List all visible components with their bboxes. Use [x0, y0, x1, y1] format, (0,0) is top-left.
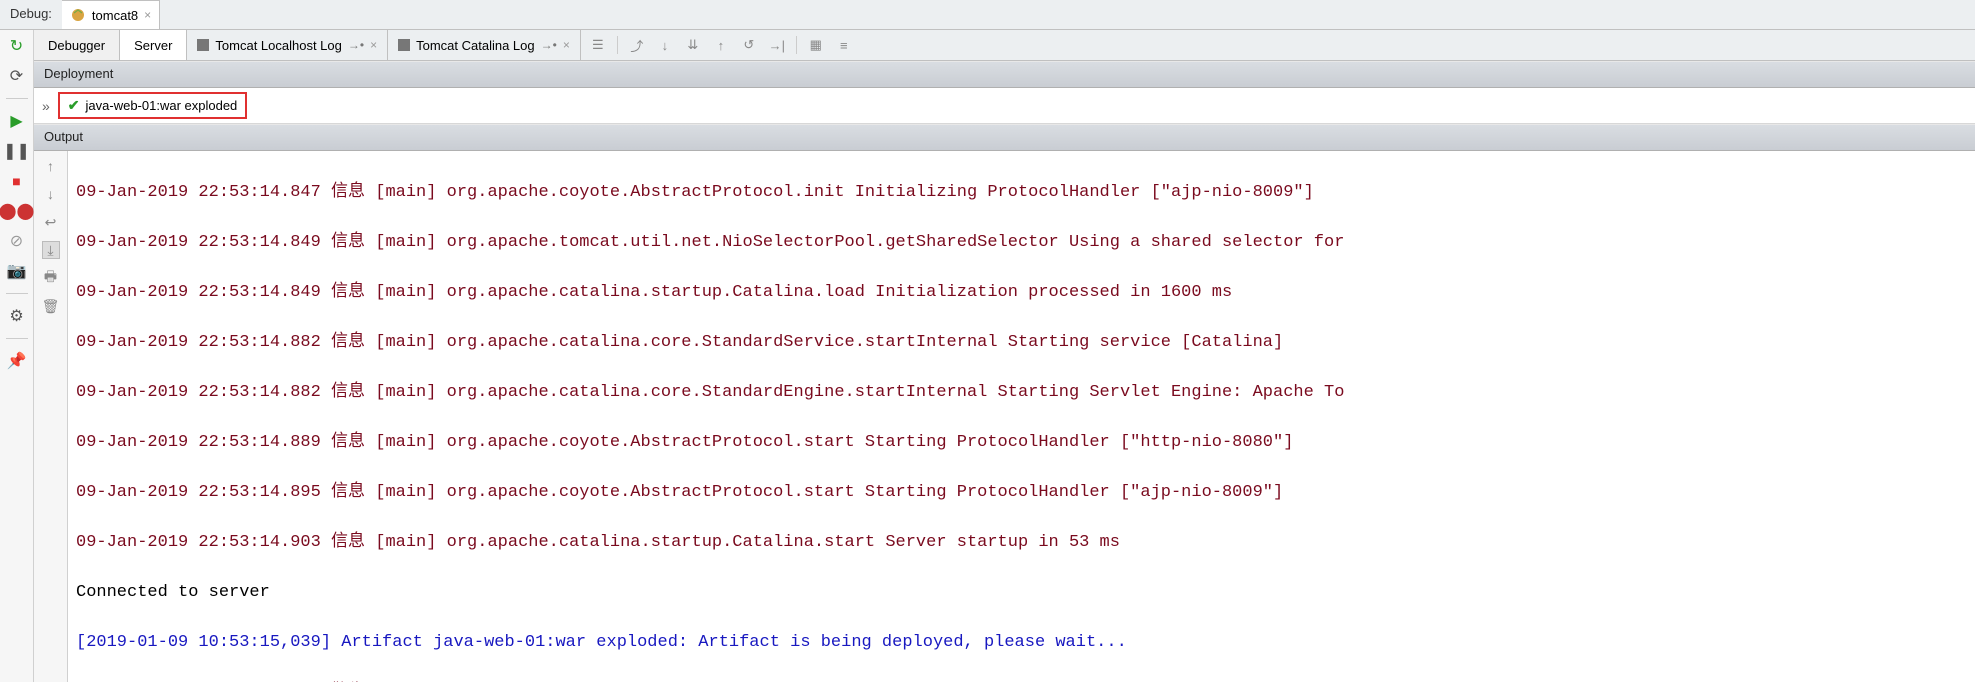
- pin-icon[interactable]: 📌: [7, 351, 27, 371]
- tab-tomcat8-label: tomcat8: [92, 8, 138, 23]
- log-line: 09-Jan-2019 22:53:14.847 信息 [main] org.a…: [76, 180, 1967, 205]
- output-toolbar: ↑ ↓ ↩ ⤓ 🖶 🗑: [34, 151, 68, 682]
- log-icon: [398, 39, 410, 51]
- step-into-icon[interactable]: ↓: [656, 36, 674, 54]
- tomcat-icon: [70, 7, 86, 23]
- mute-breakpoints-icon[interactable]: ⊘: [7, 231, 27, 251]
- debug-label: Debug:: [0, 0, 62, 29]
- close-icon[interactable]: ×: [563, 38, 570, 52]
- log-line: 09-Jan-2019 22:53:14.903 信息 [main] org.a…: [76, 530, 1967, 555]
- rerun-icon[interactable]: ↻: [7, 36, 27, 56]
- run-to-cursor-icon[interactable]: →|: [768, 36, 786, 54]
- trace-icon[interactable]: ≡: [835, 36, 853, 54]
- soft-wrap-icon[interactable]: ↩: [42, 213, 60, 231]
- log-line: 09-Jan-2019 22:53:14.849 信息 [main] org.a…: [76, 280, 1967, 305]
- tab-localhost-log[interactable]: Tomcat Localhost Log →• ×: [187, 30, 388, 60]
- pin-arrow-icon: →•: [348, 38, 364, 52]
- log-line: Connected to server: [76, 580, 1967, 605]
- left-toolbar: ↻ ⟳ ▶ ❚❚ ■ ⬤⬤ ⊘ 📷 ⚙ 📌: [0, 30, 34, 682]
- close-icon[interactable]: ×: [370, 38, 377, 52]
- tab-server[interactable]: Server: [120, 30, 187, 60]
- step-over-icon[interactable]: ⤴: [628, 36, 646, 54]
- log-line: 09-Jan-2019 22:53:14.849 信息 [main] org.a…: [76, 230, 1967, 255]
- log-line: 09-Jan-2019 22:53:14.882 信息 [main] org.a…: [76, 330, 1967, 355]
- log-icon: [197, 39, 209, 51]
- tab-catalina-log[interactable]: Tomcat Catalina Log →• ×: [388, 30, 581, 60]
- log-line: 09-Jan-2019 22:53:14.895 信息 [main] org.a…: [76, 480, 1967, 505]
- output-header: Output: [34, 124, 1975, 151]
- console-output[interactable]: 09-Jan-2019 22:53:14.847 信息 [main] org.a…: [68, 151, 1975, 682]
- drop-frame-icon[interactable]: ↺: [740, 36, 758, 54]
- deployment-artifact[interactable]: ✔ java-web-01:war exploded: [58, 92, 248, 119]
- deployment-row: » ✔ java-web-01:war exploded: [34, 88, 1975, 124]
- view-breakpoints-icon[interactable]: ⬤⬤: [7, 201, 27, 221]
- scroll-end-icon[interactable]: ⤓: [42, 241, 60, 259]
- layout-icon[interactable]: ☰: [589, 36, 607, 54]
- sub-toolbar: ☰ ⤴ ↓ ⇊ ↑ ↺ →| ▦ ≡: [581, 30, 861, 60]
- log-line: 09-Jan-2019 22:53:14.889 信息 [main] org.a…: [76, 430, 1967, 455]
- camera-icon[interactable]: 📷: [7, 261, 27, 281]
- success-check-icon: ✔: [68, 97, 80, 114]
- artifact-label: java-web-01:war exploded: [86, 98, 238, 113]
- tab-tomcat8[interactable]: tomcat8 ×: [62, 0, 160, 29]
- evaluate-icon[interactable]: ▦: [807, 36, 825, 54]
- force-step-into-icon[interactable]: ⇊: [684, 36, 702, 54]
- clear-icon[interactable]: 🗑: [42, 297, 60, 315]
- down-icon[interactable]: ↓: [42, 185, 60, 203]
- breadcrumb-icon[interactable]: »: [42, 98, 50, 114]
- settings-icon[interactable]: ⚙: [7, 306, 27, 326]
- log-line: [2019-01-09 10:53:15,039] Artifact java-…: [76, 630, 1967, 655]
- deployment-header: Deployment: [34, 61, 1975, 88]
- up-icon[interactable]: ↑: [42, 157, 60, 175]
- tab-debugger[interactable]: Debugger: [34, 30, 120, 60]
- step-out-icon[interactable]: ↑: [712, 36, 730, 54]
- sub-tab-bar: Debugger Server Tomcat Localhost Log →• …: [34, 30, 1975, 61]
- log-line: 09-Jan-2019 22:53:14.882 信息 [main] org.a…: [76, 380, 1967, 405]
- pin-arrow-icon: →•: [541, 38, 557, 52]
- stop-icon[interactable]: ■: [7, 171, 27, 191]
- pause-icon[interactable]: ❚❚: [7, 141, 27, 161]
- close-icon[interactable]: ×: [144, 8, 151, 22]
- print-icon[interactable]: 🖶: [42, 269, 60, 287]
- resume-icon[interactable]: ▶: [7, 111, 27, 131]
- reload-icon[interactable]: ⟳: [7, 66, 27, 86]
- top-tab-bar: Debug: tomcat8 ×: [0, 0, 1975, 30]
